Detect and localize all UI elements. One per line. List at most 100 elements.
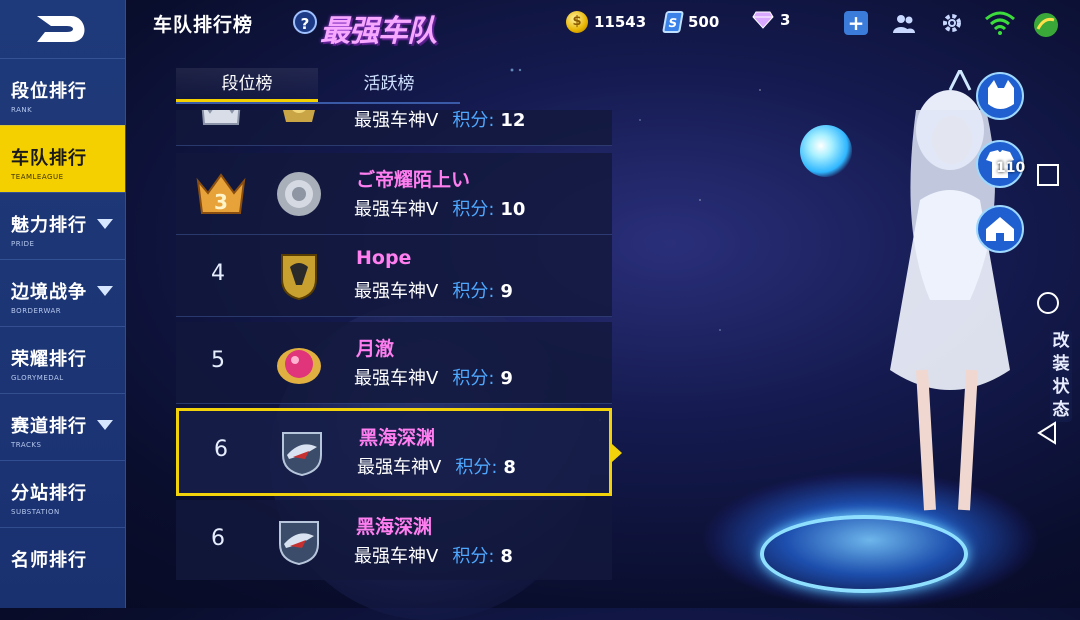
sidebar-item-label: 段位排行 xyxy=(11,81,87,102)
list-item-selected[interactable]: 6 黑海深渊 最强车神V 积分: 8 xyxy=(176,408,612,496)
left-sidebar: 段位排行 RANK 车队排行 TEAMLEAGUE 魅力排行 PRIDE 边境战… xyxy=(0,0,126,608)
score-label: 积分: xyxy=(452,368,495,389)
sidebar-item-borderwar[interactable]: 边境战争 BORDERWAR xyxy=(0,259,125,326)
crown-rank-number: 3 xyxy=(214,190,228,214)
list-item[interactable]: 最强车神V 积分: 12 xyxy=(176,110,612,146)
team-title: 最强车神V xyxy=(354,546,439,567)
list-item[interactable]: 3 ご帝耀陌上い 最强车神V 积分: 10 xyxy=(176,153,612,235)
sidebar-item-substation[interactable]: 分站排行 SUBSTATION xyxy=(0,460,125,527)
team-name: 月澈 xyxy=(356,338,395,360)
sidebar-item-sublabel: GLORYMEDAL xyxy=(11,374,64,382)
team-emblem-icon xyxy=(283,110,315,122)
sidebar-item-pride[interactable]: 魅力排行 PRIDE xyxy=(0,192,125,259)
score-label: 积分: xyxy=(452,110,495,131)
team-emblem-icon xyxy=(281,254,317,301)
sidebar-item-label: 名师排行 xyxy=(11,550,87,571)
help-button[interactable]: ? xyxy=(293,10,317,34)
home-circle-icon[interactable] xyxy=(1035,290,1061,316)
energy-orb xyxy=(800,125,852,177)
recent-apps-icon[interactable] xyxy=(1035,162,1061,188)
bronze-crown-icon: 3 xyxy=(196,173,246,214)
sidebar-item-mentor[interactable]: 名师排行 xyxy=(0,527,125,594)
team-title-line: 最强车神V 积分: 8 xyxy=(354,542,513,568)
modification-status-tab[interactable]: 改 装 状 态 xyxy=(1050,330,1072,422)
gear-icon[interactable] xyxy=(940,11,964,35)
selection-pointer-icon xyxy=(612,444,622,462)
sidebar-item-sublabel: SUBSTATION xyxy=(11,508,60,516)
add-button[interactable]: + xyxy=(844,11,868,35)
home-button[interactable] xyxy=(976,205,1024,253)
mod-char: 装 xyxy=(1052,354,1070,374)
team-title: 最强车神V xyxy=(354,281,439,302)
sidebar-item-label: 车队排行 xyxy=(11,148,87,169)
sidebar-item-sublabel: TEAMLEAGUE xyxy=(11,173,64,181)
team-ranking-list[interactable]: 最强车神V 积分: 12 3 ご帝耀陌上い 最强车神V 积分: 10 4 Hope 最强… xyxy=(176,110,612,580)
rank-number: 5 xyxy=(211,348,225,373)
level-badge: 110 xyxy=(996,160,1026,176)
list-item[interactable]: 6 黑海深渊 最强车神V 积分: 8 xyxy=(176,500,612,580)
mod-char: 改 xyxy=(1052,331,1070,351)
sidebar-item-rank[interactable]: 段位排行 RANK xyxy=(0,58,125,125)
score-label: 积分: xyxy=(452,199,495,220)
sidebar-item-tracks[interactable]: 赛道排行 TRACKS xyxy=(0,393,125,460)
team-title: 最强车神V xyxy=(354,110,439,131)
score-label: 积分: xyxy=(455,457,498,478)
team-name: Hope xyxy=(356,247,412,269)
wifi-icon xyxy=(985,11,1015,35)
shark-emblem-icon xyxy=(282,432,322,477)
team-name: 黑海深渊 xyxy=(356,516,433,538)
team-title-line: 最强车神V 积分: 8 xyxy=(357,453,516,479)
back-triangle-icon[interactable] xyxy=(1035,420,1061,446)
sidebar-item-glorymedal[interactable]: 荣耀排行 GLORYMEDAL xyxy=(0,326,125,393)
cat-icon xyxy=(988,80,1014,109)
score-label: 积分: xyxy=(452,281,495,302)
team-title: 最强车神V xyxy=(354,199,439,220)
silver-crown-icon xyxy=(201,110,241,125)
coin-balance[interactable]: $ 11543 xyxy=(566,11,646,33)
sidebar-item-label: 荣耀排行 xyxy=(11,349,87,370)
team-emblem-icon xyxy=(277,348,321,384)
card-value: 500 xyxy=(688,13,720,31)
gem-balance[interactable]: 3 xyxy=(752,11,790,29)
chevron-down-icon xyxy=(97,286,113,296)
friends-icon[interactable] xyxy=(892,11,916,35)
sidebar-item-teamleague[interactable]: 车队排行 TEAMLEAGUE xyxy=(0,125,125,192)
list-item[interactable]: 5 月澈 最强车神V 积分: 9 xyxy=(176,322,612,404)
team-title: 最强车神V xyxy=(357,457,442,478)
rank-number: 6 xyxy=(211,526,225,551)
team-title-line: 最强车神V 积分: 9 xyxy=(354,364,513,390)
pet-button[interactable] xyxy=(976,72,1024,120)
list-item[interactable]: 4 Hope 最强车神V 积分: 9 xyxy=(176,235,612,317)
team-title-line: 最强车神V 积分: 10 xyxy=(354,195,525,221)
sidebar-item-sublabel: TRACKS xyxy=(11,441,42,449)
rank-number: 4 xyxy=(211,261,225,286)
sidebar-item-sublabel: BORDERWAR xyxy=(11,307,62,315)
shark-emblem-icon xyxy=(279,521,319,566)
score-value: 12 xyxy=(500,110,526,131)
sidebar-item-sublabel: RANK xyxy=(11,106,33,114)
mod-char: 态 xyxy=(1052,400,1070,420)
card-balance[interactable]: S 500 xyxy=(662,11,720,33)
team-name: ご帝耀陌上い xyxy=(356,169,471,191)
chevron-down-icon xyxy=(97,420,113,430)
page-title: 车队排行榜 xyxy=(153,14,254,36)
tab-active-board[interactable]: 活跃榜 xyxy=(318,68,460,102)
coin-icon: $ xyxy=(566,11,588,33)
logo-icon xyxy=(36,16,85,42)
sidebar-item-label: 分站排行 xyxy=(11,483,87,504)
game-logo[interactable] xyxy=(0,0,125,58)
card-icon: S xyxy=(662,11,684,33)
coin-value: 11543 xyxy=(594,13,647,31)
team-emblem-icon xyxy=(277,172,321,216)
brand-logo: 最强车队 xyxy=(320,14,437,49)
score-label: 积分: xyxy=(452,546,495,567)
team-title-line: 最强车神V 积分: 9 xyxy=(354,277,513,303)
team-name: 黑海深渊 xyxy=(359,427,436,449)
score-value: 10 xyxy=(500,199,526,220)
score-value: 8 xyxy=(503,457,516,478)
mod-char: 状 xyxy=(1052,377,1070,397)
tab-rank-board[interactable]: 段位榜 xyxy=(176,68,318,102)
score-value: 9 xyxy=(500,368,513,389)
chevron-down-icon xyxy=(97,219,113,229)
character-avatar[interactable] xyxy=(860,70,1040,530)
